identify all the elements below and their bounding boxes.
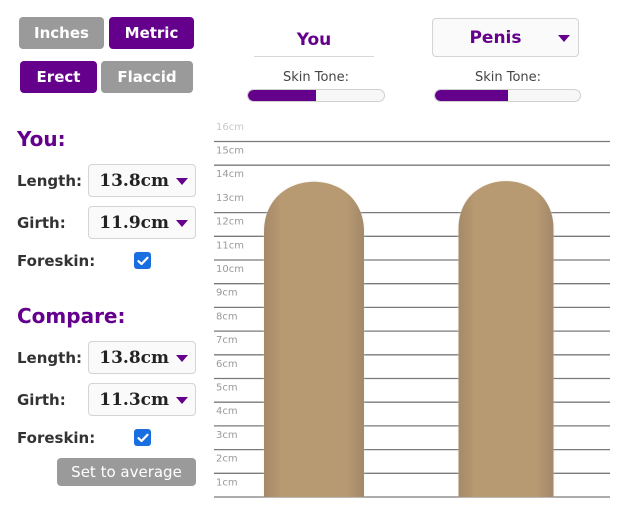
ruler-tick-label: 12cm xyxy=(216,217,244,228)
compare-skin-tone-label: Skin Tone: xyxy=(474,70,542,85)
you-length-select[interactable]: 13.8cm xyxy=(88,164,196,197)
chevron-down-icon xyxy=(176,178,188,185)
you-skin-tone-slider[interactable] xyxy=(247,89,385,102)
ruler-tick-label: 5cm xyxy=(216,383,238,394)
compare-girth-label: Girth: xyxy=(17,391,66,409)
compare-foreskin-checkbox[interactable] xyxy=(134,429,151,446)
compare-length-select[interactable]: 13.8cm xyxy=(88,341,196,374)
set-to-average-button[interactable]: Set to average xyxy=(57,458,196,486)
ruler-tick-label: 6cm xyxy=(216,359,238,370)
compare-skin-tone-slider[interactable] xyxy=(434,89,581,102)
compare-foreskin-label: Foreskin: xyxy=(17,429,96,447)
you-length-value: 13.8cm xyxy=(99,171,169,191)
ruler-tick-label: 15cm xyxy=(216,146,244,157)
compare-shape xyxy=(458,181,554,498)
you-column-title: You xyxy=(254,22,374,57)
ruler-tick-label: 13cm xyxy=(216,193,244,204)
you-section-title: You: xyxy=(17,127,66,151)
chevron-down-icon xyxy=(176,355,188,362)
compare-section-title: Compare: xyxy=(17,304,126,328)
you-girth-label: Girth: xyxy=(17,214,66,232)
ruler-tick-label: 1cm xyxy=(216,477,238,488)
compare-type-value: Penis xyxy=(469,28,522,48)
you-foreskin-checkbox[interactable] xyxy=(134,252,151,269)
metric-button[interactable]: Metric xyxy=(109,17,194,49)
ruler-tick-label: 14cm xyxy=(216,169,244,180)
erect-button[interactable]: Erect xyxy=(20,61,97,93)
compare-girth-select[interactable]: 11.3cm xyxy=(88,383,196,416)
you-foreskin-label: Foreskin: xyxy=(17,252,96,270)
compare-girth-value: 11.3cm xyxy=(99,390,169,410)
ruler-tick-label: 16cm xyxy=(216,122,244,133)
chevron-down-icon xyxy=(176,220,188,227)
ruler-tick-label: 11cm xyxy=(216,240,244,251)
you-shape xyxy=(264,181,364,497)
ruler-tick-label: 7cm xyxy=(216,335,238,346)
compare-type-select[interactable]: Penis xyxy=(432,18,579,57)
ruler-tick-label: 4cm xyxy=(216,406,238,417)
ruler-tick-label: 3cm xyxy=(216,430,238,441)
chevron-down-icon xyxy=(176,397,188,404)
compare-length-label: Length: xyxy=(17,349,82,367)
checkmark-icon xyxy=(136,256,149,265)
ruler-tick-label: 10cm xyxy=(216,264,244,275)
flaccid-button[interactable]: Flaccid xyxy=(101,61,193,93)
checkmark-icon xyxy=(136,433,149,442)
you-girth-value: 11.9cm xyxy=(99,213,169,233)
you-girth-select[interactable]: 11.9cm xyxy=(88,206,196,239)
compare-skin-tone-fill xyxy=(435,90,508,101)
ruler-tick-label: 8cm xyxy=(216,311,238,322)
ruler-tick-label: 9cm xyxy=(216,288,238,299)
ruler-tick-label: 2cm xyxy=(216,454,238,465)
chevron-down-icon xyxy=(558,35,570,42)
you-skin-tone-fill xyxy=(248,90,316,101)
compare-length-value: 13.8cm xyxy=(99,348,169,368)
you-skin-tone-label: Skin Tone: xyxy=(282,70,350,85)
inches-button[interactable]: Inches xyxy=(19,17,104,49)
you-length-label: Length: xyxy=(17,172,82,190)
